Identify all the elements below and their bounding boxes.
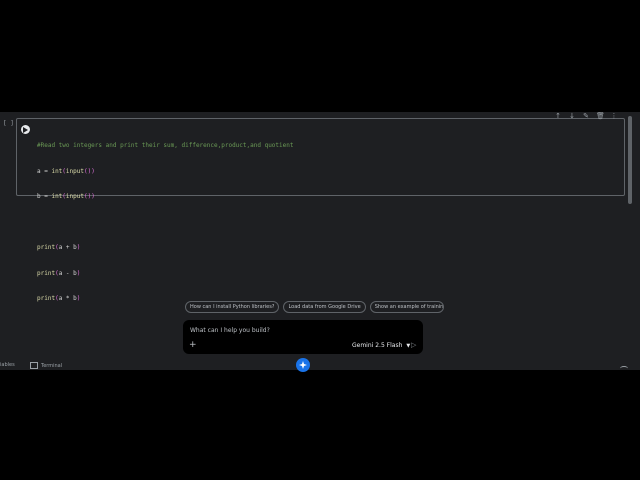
code-var-b: b = (37, 193, 52, 200)
more-icon[interactable]: ⋮ (610, 112, 618, 120)
send-icon[interactable]: ▷ (411, 341, 416, 349)
code-input-fn: input (65, 167, 84, 175)
play-icon (23, 126, 28, 133)
arrow-up-icon[interactable]: ↑ (554, 112, 562, 120)
arrow-down-icon[interactable]: ↓ (568, 112, 576, 120)
cell-execution-count: [ ] (3, 120, 14, 127)
suggestion-chip[interactable]: Show an example of training a (369, 301, 444, 313)
prompt-input[interactable] (190, 325, 340, 335)
code-print-args: a - b (58, 269, 77, 277)
code-print-fn: print (37, 269, 56, 277)
code-int-fn: int (51, 193, 63, 200)
sparkle-icon (299, 361, 307, 369)
code-print-fn: print (37, 244, 56, 251)
terminal-tab[interactable]: Terminal (30, 362, 62, 369)
delete-icon[interactable]: 🗑 (596, 112, 605, 120)
variables-tab-label[interactable]: iables (0, 362, 15, 368)
sparkle-edit-icon[interactable]: ✎ (582, 112, 590, 120)
terminal-label: Terminal (41, 362, 63, 369)
gemini-prompt-box: + Gemini 2.5 Flash ▼ ▷ (183, 320, 423, 354)
code-cell[interactable]: #Read two integers and print their sum, … (16, 118, 625, 302)
cell-toolbar: ↑ ↓ ✎ 🗑 ⋮ (554, 112, 618, 120)
code-input-fn: input (65, 193, 84, 200)
code-editor[interactable]: #Read two integers and print their sum, … (37, 125, 293, 321)
model-selector[interactable]: Gemini 2.5 Flash ▼ (352, 342, 410, 349)
scrollbar[interactable] (628, 116, 632, 204)
status-indicator-icon (620, 366, 628, 371)
model-name: Gemini 2.5 Flash (352, 342, 403, 349)
code-var-a: a = (37, 167, 52, 175)
add-icon[interactable]: + (189, 340, 197, 350)
code-int-fn: int (51, 167, 63, 175)
code-comment: #Read two integers and print their sum, … (37, 142, 294, 149)
notebook-area: [ ] #Read two integers and print their s… (0, 112, 640, 370)
run-cell-button[interactable] (21, 125, 30, 134)
code-print-args: a + b (58, 244, 77, 251)
suggestion-chip[interactable]: How can I install Python libraries? (185, 301, 280, 313)
gemini-fab-button[interactable] (296, 358, 310, 372)
suggestion-chips: How can I install Python libraries? Load… (185, 301, 444, 313)
chevron-down-icon: ▼ (406, 342, 411, 349)
suggestion-chip[interactable]: Load data from Google Drive (283, 301, 366, 313)
code-print-fn: print (37, 295, 56, 302)
terminal-icon (30, 362, 38, 369)
code-print-args: a * b (58, 295, 77, 302)
